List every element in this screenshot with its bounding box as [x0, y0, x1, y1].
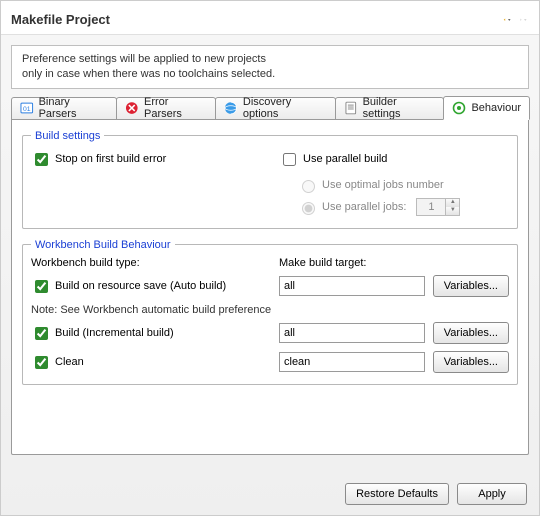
clean-target-input[interactable] [279, 352, 425, 372]
build-incremental-target-input[interactable] [279, 323, 425, 343]
description-line2: only in case when there was no toolchain… [22, 67, 518, 82]
nav-forward-button[interactable] [517, 16, 529, 24]
discovery-icon [224, 101, 238, 115]
stop-on-error-label: Stop on first build error [55, 153, 166, 165]
tab-label: Error Parsers [144, 96, 207, 120]
build-on-save-input[interactable] [35, 280, 48, 293]
error-icon [125, 101, 139, 115]
variables-button-2[interactable]: Variables... [433, 322, 509, 344]
page-title: Makefile Project [11, 12, 110, 27]
optimal-jobs-input [302, 180, 315, 193]
tab-label: Discovery options [243, 96, 327, 120]
workbench-legend: Workbench Build Behaviour [31, 239, 175, 251]
stop-on-error-input[interactable] [35, 153, 48, 166]
parallel-jobs-label: Use parallel jobs: [322, 201, 406, 213]
dropdown-caret-icon [524, 17, 527, 23]
auto-build-note: Note: See Workbench automatic build pref… [31, 304, 509, 316]
restore-defaults-button[interactable]: Restore Defaults [345, 483, 449, 505]
variables-button-3[interactable]: Variables... [433, 351, 509, 373]
description-line1: Preference settings will be applied to n… [22, 52, 518, 67]
description-banner: Preference settings will be applied to n… [11, 45, 529, 89]
parallel-jobs-radio: Use parallel jobs: 1 ▲▼ [297, 198, 460, 216]
tab-label: Binary Parsers [39, 96, 109, 120]
stop-on-error-checkbox[interactable]: Stop on first build error [31, 150, 166, 169]
clean-checkbox[interactable]: Clean [31, 353, 271, 372]
parallel-jobs-spinner: 1 ▲▼ [416, 198, 460, 216]
use-parallel-checkbox[interactable]: Use parallel build [279, 150, 387, 169]
build-incremental-input[interactable] [35, 327, 48, 340]
parallel-jobs-value: 1 [417, 199, 445, 215]
document-icon [344, 101, 358, 115]
build-incremental-checkbox[interactable]: Build (Incremental build) [31, 324, 271, 343]
behaviour-icon [452, 101, 466, 115]
arrow-left-icon [503, 18, 506, 21]
arrow-right-icon [519, 18, 522, 21]
tab-error-parsers[interactable]: Error Parsers [116, 97, 216, 119]
workbench-build-group: Workbench Build Behaviour Workbench buil… [22, 239, 518, 385]
build-on-save-label: Build on resource save (Auto build) [55, 280, 226, 292]
tab-label: Behaviour [471, 102, 521, 114]
use-parallel-label: Use parallel build [303, 153, 387, 165]
clean-label: Clean [55, 356, 84, 368]
parallel-jobs-input [302, 202, 315, 215]
build-settings-legend: Build settings [31, 130, 104, 142]
use-parallel-input[interactable] [283, 153, 296, 166]
binary-icon: 01 [20, 101, 34, 115]
build-on-save-checkbox[interactable]: Build on resource save (Auto build) [31, 277, 271, 296]
variables-button-1[interactable]: Variables... [433, 275, 509, 297]
col-build-target: Make build target: [279, 257, 425, 269]
clean-input[interactable] [35, 356, 48, 369]
tab-label: Builder settings [363, 96, 436, 120]
svg-text:01: 01 [23, 106, 31, 113]
tab-discovery-options[interactable]: Discovery options [215, 97, 336, 119]
nav-back-button[interactable] [501, 16, 513, 24]
tab-binary-parsers[interactable]: 01 Binary Parsers [11, 97, 117, 119]
col-build-type: Workbench build type: [31, 257, 271, 269]
build-settings-group: Build settings Stop on first build error… [22, 130, 518, 229]
tab-behaviour[interactable]: Behaviour [443, 96, 530, 120]
spinner-down-icon: ▼ [446, 207, 459, 215]
optimal-jobs-radio: Use optimal jobs number [297, 177, 444, 193]
optimal-jobs-label: Use optimal jobs number [322, 179, 444, 191]
dropdown-caret-icon [508, 17, 511, 23]
build-incremental-label: Build (Incremental build) [55, 327, 174, 339]
build-on-save-target-input[interactable] [279, 276, 425, 296]
apply-button[interactable]: Apply [457, 483, 527, 505]
tab-builder-settings[interactable]: Builder settings [335, 97, 444, 119]
spinner-up-icon: ▲ [446, 199, 459, 207]
